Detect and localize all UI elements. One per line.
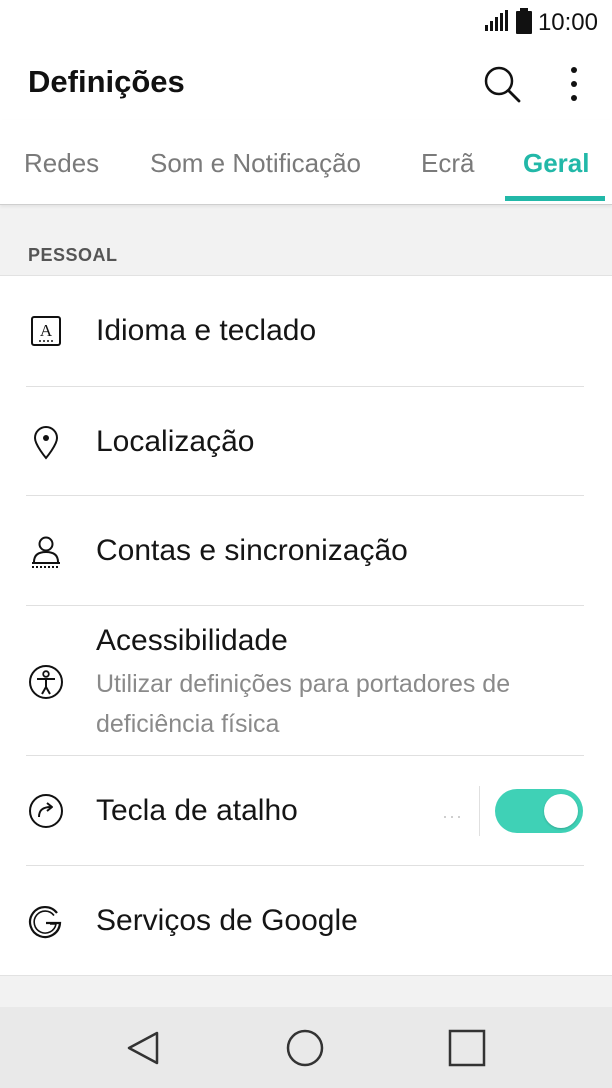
recents-button[interactable] — [444, 1025, 490, 1071]
google-icon — [26, 901, 66, 941]
accessibility-icon — [26, 662, 66, 702]
item-title: Localização — [96, 425, 255, 458]
section-header-label: PESSOAL — [28, 245, 118, 265]
list-item-acessibilidade[interactable]: Acessibilidade Utilizar definições para … — [0, 606, 612, 755]
svg-text:A: A — [40, 321, 53, 340]
accounts-icon — [26, 532, 66, 572]
shortcut-key-toggle[interactable] — [495, 789, 583, 833]
item-title: Tecla de atalho — [96, 794, 298, 827]
shortcut-more-dots[interactable]: ··· — [442, 806, 463, 827]
more-options-button[interactable] — [552, 58, 596, 110]
back-button[interactable] — [120, 1025, 166, 1071]
status-bar: 10:00 — [0, 0, 612, 46]
tab-geral[interactable]: Geral — [523, 148, 590, 179]
list-item-contas-e-sincronizacao[interactable]: Contas e sincronização — [0, 496, 612, 605]
list-item-idioma-e-teclado[interactable]: A Idioma e teclado — [0, 276, 612, 386]
navigation-bar — [0, 1007, 612, 1088]
item-title: Acessibilidade — [96, 624, 288, 657]
home-icon — [286, 1029, 324, 1067]
item-title: Contas e sincronização — [96, 534, 408, 567]
item-title: Idioma e teclado — [96, 314, 317, 347]
tab-bar: Redes Som e Notificação Ecrã Geral — [0, 120, 612, 205]
tab-som-e-notificacao[interactable]: Som e Notificação — [150, 148, 361, 179]
list-item-localizacao[interactable]: Localização — [0, 387, 612, 496]
active-tab-indicator — [505, 196, 605, 201]
list-bottom-padding — [0, 975, 612, 1008]
location-pin-icon — [26, 422, 66, 462]
toggle-knob — [544, 794, 578, 828]
item-subtitle: Utilizar definições para portadores de d… — [96, 670, 511, 738]
tab-ecra[interactable]: Ecrã — [421, 148, 474, 179]
shortcut-key-icon — [26, 791, 66, 831]
list-item-servicos-de-google[interactable]: Serviços de Google — [0, 866, 612, 975]
signal-bars-icon — [484, 9, 510, 38]
section-header: PESSOAL — [0, 205, 612, 276]
home-button[interactable] — [282, 1025, 328, 1071]
back-icon — [127, 1031, 159, 1065]
more-vert-icon — [571, 67, 577, 101]
recents-icon — [448, 1029, 486, 1067]
item-title: Serviços de Google — [96, 904, 358, 937]
language-icon: A — [26, 311, 66, 351]
search-button[interactable] — [476, 58, 528, 110]
list-item-tecla-de-atalho[interactable]: Tecla de atalho ··· — [0, 756, 612, 865]
page-title: Definições — [28, 64, 185, 99]
app-bar: Definições — [0, 46, 612, 120]
tab-redes[interactable]: Redes — [24, 148, 99, 179]
vertical-divider — [479, 786, 480, 836]
search-icon — [484, 66, 521, 103]
status-time: 10:00 — [537, 9, 598, 36]
battery-icon — [515, 7, 532, 39]
